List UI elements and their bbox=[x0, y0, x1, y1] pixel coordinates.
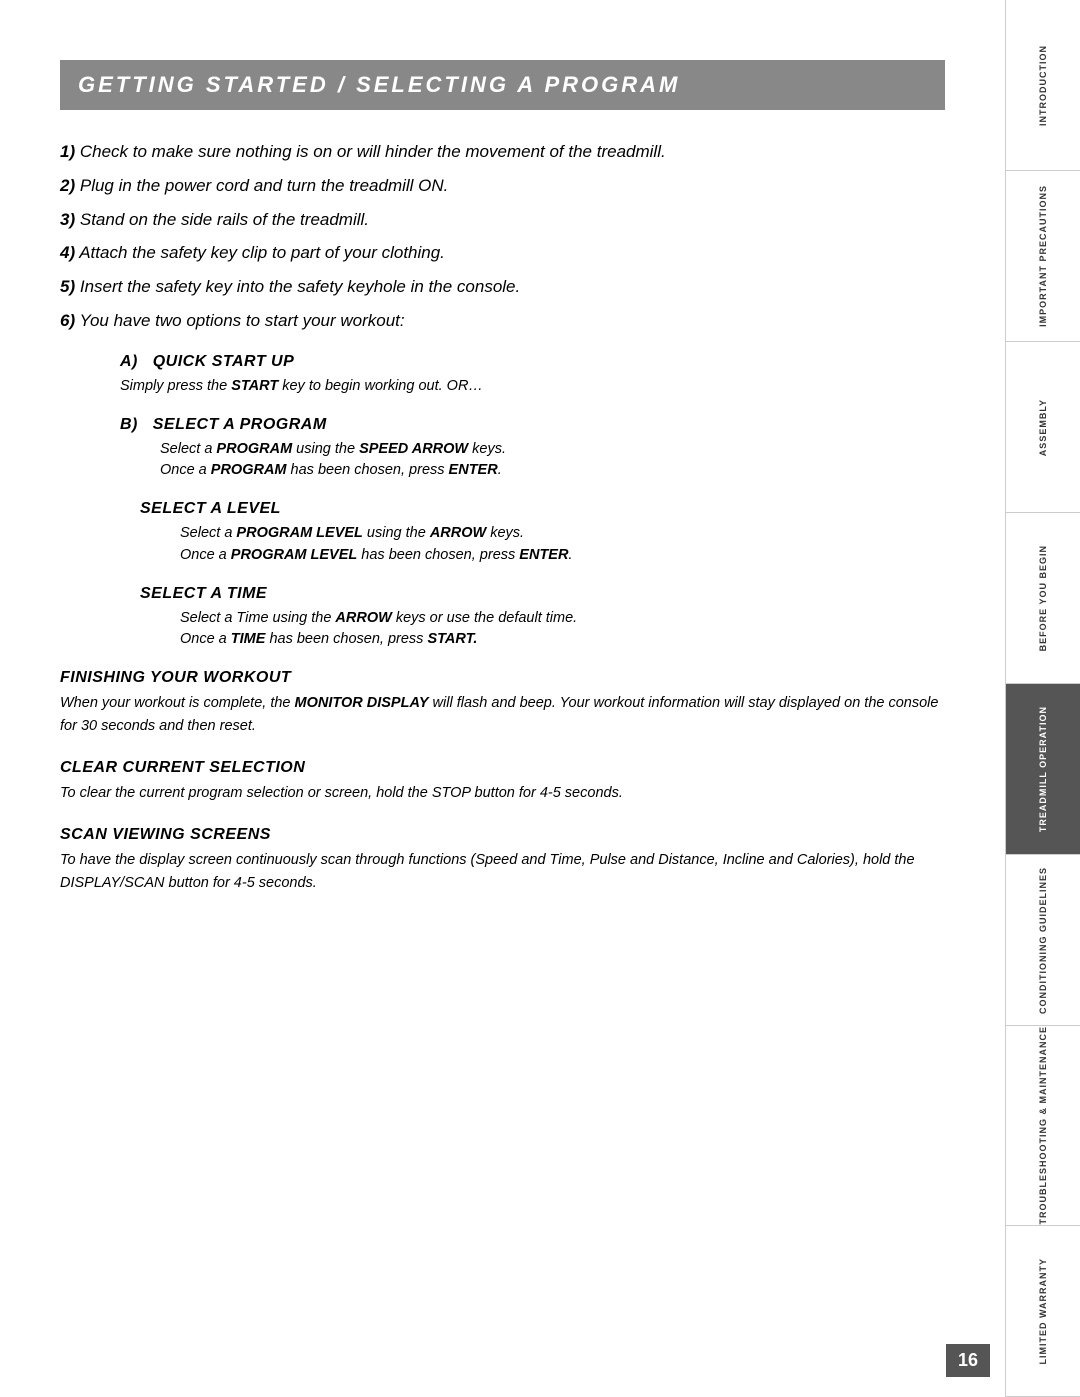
page-number: 16 bbox=[946, 1344, 990, 1377]
page-header: GETTING STARTED / SELECTING A PROGRAM bbox=[60, 60, 945, 110]
sidebar-label-precautions: IMPORTANT PRECAUTIONS bbox=[1038, 185, 1049, 327]
subsection-time-heading: SELECT A TIME bbox=[140, 585, 267, 602]
subsection-b: B) SELECT A PROGRAM Select a PROGRAM usi… bbox=[120, 416, 945, 483]
subsection-b-letter: B) bbox=[120, 416, 138, 433]
list-item: 6) You have two options to start your wo… bbox=[60, 309, 945, 333]
sidebar-item-assembly[interactable]: ASSEMBLY bbox=[1006, 342, 1080, 513]
step-num: 5) bbox=[60, 277, 75, 296]
list-item: 2) Plug in the power cord and turn the t… bbox=[60, 174, 945, 198]
list-item: 5) Insert the safety key into the safety… bbox=[60, 275, 945, 299]
subsection-a-heading: QUICK START UP bbox=[153, 353, 295, 370]
sidebar: INTRODUCTION IMPORTANT PRECAUTIONS ASSEM… bbox=[1005, 0, 1080, 1397]
sidebar-label-conditioning: CONDITIONING GUIDELINES bbox=[1038, 867, 1049, 1014]
subsection-level-title: SELECT A LEVEL bbox=[140, 500, 945, 518]
sidebar-item-introduction[interactable]: INTRODUCTION bbox=[1006, 0, 1080, 171]
subsection-time-body: Select a Time using the ARROW keys or us… bbox=[180, 608, 945, 652]
subsection-a-title: A) QUICK START UP bbox=[120, 353, 945, 371]
step-num: 2) bbox=[60, 176, 75, 195]
section-clear: CLEAR CURRENT SELECTION To clear the cur… bbox=[60, 759, 945, 804]
section-clear-body: To clear the current program selection o… bbox=[60, 782, 945, 804]
numbered-list: 1) Check to make sure nothing is on or w… bbox=[60, 140, 945, 333]
step-num: 1) bbox=[60, 142, 75, 161]
section-scan: SCAN VIEWING SCREENS To have the display… bbox=[60, 826, 945, 894]
page-title: GETTING STARTED / SELECTING A PROGRAM bbox=[78, 72, 927, 98]
subsection-level: SELECT A LEVEL Select a PROGRAM LEVEL us… bbox=[140, 500, 945, 567]
list-item: 3) Stand on the side rails of the treadm… bbox=[60, 208, 945, 232]
section-finishing-title: FINISHING YOUR WORKOUT bbox=[60, 669, 945, 687]
subsection-a-letter: A) bbox=[120, 353, 138, 370]
sidebar-item-conditioning[interactable]: CONDITIONING GUIDELINES bbox=[1006, 855, 1080, 1026]
sidebar-label-before: BEFORE YOU BEGIN bbox=[1038, 545, 1049, 651]
subsection-a: A) QUICK START UP Simply press the START… bbox=[120, 353, 945, 398]
step-num: 3) bbox=[60, 210, 75, 229]
step-text: Check to make sure nothing is on or will… bbox=[80, 142, 666, 161]
sidebar-item-before[interactable]: BEFORE YOU BEGIN bbox=[1006, 513, 1080, 684]
section-finishing: FINISHING YOUR WORKOUT When your workout… bbox=[60, 669, 945, 737]
subsection-level-body: Select a PROGRAM LEVEL using the ARROW k… bbox=[180, 523, 945, 567]
sidebar-label-warranty: LIMITED WARRANTY bbox=[1038, 1258, 1049, 1365]
step-text: Plug in the power cord and turn the trea… bbox=[80, 176, 449, 195]
sidebar-label-operation: TREADMILL OPERATION bbox=[1038, 706, 1049, 832]
step-text: Insert the safety key into the safety ke… bbox=[80, 277, 520, 296]
sidebar-item-warranty[interactable]: LIMITED WARRANTY bbox=[1006, 1226, 1080, 1397]
subsection-time-title: SELECT A TIME bbox=[140, 585, 945, 603]
section-clear-title: CLEAR CURRENT SELECTION bbox=[60, 759, 945, 777]
sidebar-item-operation[interactable]: TREADMILL OPERATION bbox=[1006, 684, 1080, 855]
sidebar-label-introduction: INTRODUCTION bbox=[1038, 45, 1049, 126]
step-num: 4) bbox=[60, 243, 75, 262]
list-item: 4) Attach the safety key clip to part of… bbox=[60, 241, 945, 265]
subsection-level-heading: SELECT A LEVEL bbox=[140, 500, 281, 517]
subsection-time: SELECT A TIME Select a Time using the AR… bbox=[140, 585, 945, 652]
subsection-a-body: Simply press the START key to begin work… bbox=[120, 376, 945, 398]
section-scan-body: To have the display screen continuously … bbox=[60, 849, 945, 894]
sidebar-label-troubleshooting: TROUBLESHOOTING & MAINTENANCE bbox=[1038, 1026, 1049, 1225]
subsection-b-title: B) SELECT A PROGRAM bbox=[120, 416, 945, 434]
step-text: Stand on the side rails of the treadmill… bbox=[80, 210, 369, 229]
sidebar-item-troubleshooting[interactable]: TROUBLESHOOTING & MAINTENANCE bbox=[1006, 1026, 1080, 1226]
subsection-b-body: Select a PROGRAM using the SPEED ARROW k… bbox=[160, 439, 945, 483]
section-scan-title: SCAN VIEWING SCREENS bbox=[60, 826, 945, 844]
step-text: You have two options to start your worko… bbox=[80, 311, 405, 330]
sidebar-label-assembly: ASSEMBLY bbox=[1038, 399, 1049, 456]
subsection-b-heading: SELECT A PROGRAM bbox=[153, 416, 327, 433]
sidebar-item-precautions[interactable]: IMPORTANT PRECAUTIONS bbox=[1006, 171, 1080, 342]
step-text: Attach the safety key clip to part of yo… bbox=[79, 243, 445, 262]
section-finishing-body: When your workout is complete, the MONIT… bbox=[60, 692, 945, 737]
main-content: GETTING STARTED / SELECTING A PROGRAM 1)… bbox=[0, 0, 1000, 1397]
step-num: 6) bbox=[60, 311, 75, 330]
list-item: 1) Check to make sure nothing is on or w… bbox=[60, 140, 945, 164]
